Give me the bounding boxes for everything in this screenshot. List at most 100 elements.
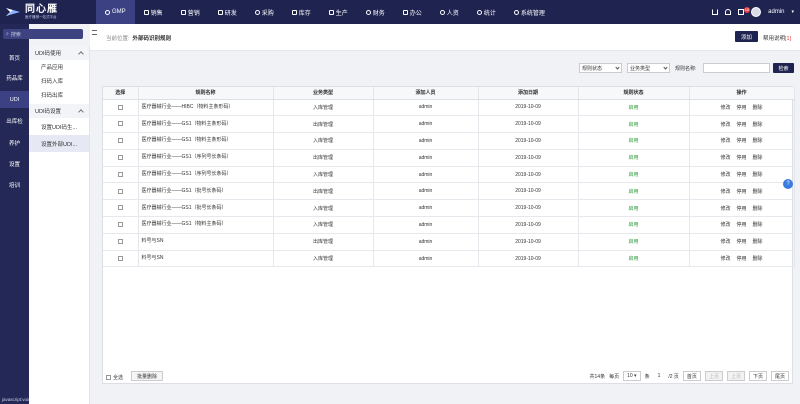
brand-logo[interactable]: 同心雁 医疗器械一站式平台 [0,0,90,24]
submenu-item-scan-out[interactable]: 扫码出库 [29,88,89,102]
top-navbar: 同心雁 医疗器械一站式平台 GMP 销售 营销 研发 采购 库存 生产 财务 办… [0,0,800,24]
menu-collapse-icon[interactable] [92,30,97,35]
search-button[interactable]: 检索 [773,63,794,73]
page-total: /2 页 [668,373,679,380]
submenu-item-udi-generate[interactable]: 设置UDI码生... [29,118,89,135]
avatar[interactable] [751,7,762,17]
disable-link[interactable]: 停用 [736,239,746,245]
sidebar-item-udi[interactable]: UDI [0,91,29,108]
prev-page-button-2[interactable]: 上页 [726,371,745,381]
status-select[interactable]: 规则状态 [579,63,622,73]
sidebar-item-drugs[interactable]: 药品库 [0,69,29,86]
delete-link[interactable]: 删除 [753,222,763,228]
sidebar-item-settings[interactable]: 设置 [0,155,29,172]
delete-link[interactable]: 删除 [753,155,763,161]
delete-link[interactable]: 删除 [753,256,763,262]
nav-office[interactable]: 办公 [394,0,431,24]
nav-production[interactable]: 生产 [320,0,357,24]
help-link[interactable]: 帮用说明[1] [763,34,791,42]
delete-link[interactable]: 删除 [753,239,763,245]
row-checkbox[interactable] [117,104,123,110]
nav-purchase[interactable]: 采购 [246,0,283,24]
added-date: 2019-10-09 [478,199,579,218]
disable-link[interactable]: 停用 [736,256,746,262]
submenu-item-product-apply[interactable]: 产品应用 [29,60,89,74]
disable-link[interactable]: 停用 [736,206,746,212]
row-checkbox[interactable] [117,255,123,261]
sidebar-item-maintenance[interactable]: 养护 [0,134,29,151]
edit-link[interactable]: 修改 [720,105,730,111]
message-icon[interactable]: 10 [738,7,751,15]
edit-link[interactable]: 修改 [720,172,730,178]
row-checkbox[interactable] [117,205,123,211]
rule-name-input[interactable] [703,63,770,73]
row-checkbox[interactable] [117,121,123,127]
disable-link[interactable]: 停用 [736,122,746,128]
next-page-button[interactable]: 下页 [748,371,767,381]
prev-page-button[interactable]: 上页 [704,371,723,381]
edit-link[interactable]: 修改 [720,189,730,195]
row-checkbox[interactable] [117,171,123,177]
hr-icon [439,9,445,15]
row-checkbox[interactable] [117,238,123,244]
sidebar-item-outbound[interactable]: 出库检 [0,112,29,129]
disable-link[interactable]: 停用 [736,105,746,111]
submenu-item-external-udi[interactable]: 设置外部UDI... [29,135,89,152]
business-type-select[interactable]: 业务类型 [627,63,670,73]
edit-link[interactable]: 修改 [720,138,730,144]
delete-link[interactable]: 删除 [753,172,763,178]
bulk-delete-button[interactable]: 批量删除 [131,371,163,381]
disable-link[interactable]: 停用 [736,138,746,144]
chevron-down-icon[interactable]: ▾ [791,9,794,15]
bell-icon[interactable] [725,9,732,15]
submenu-group-udi-setting[interactable]: UDI码设置 [29,104,89,118]
delete-link[interactable]: 删除 [753,138,763,144]
nav-hr[interactable]: 人资 [431,0,468,24]
floating-help-icon[interactable]: ? [783,179,793,189]
nav-sales[interactable]: 销售 [135,0,172,24]
home-icon[interactable] [712,9,719,15]
submenu-item-scan-in[interactable]: 扫码入库 [29,74,89,88]
edit-link[interactable]: 修改 [720,239,730,245]
per-page-select[interactable]: 10 ▾ [623,371,641,381]
brand-title: 同心雁 [25,3,58,15]
nav-rnd[interactable]: 研发 [209,0,246,24]
row-checkbox[interactable] [117,188,123,194]
edit-link[interactable]: 修改 [720,222,730,228]
row-checkbox[interactable] [117,222,123,228]
edit-link[interactable]: 修改 [720,155,730,161]
search-icon: ⌕ [6,31,9,37]
page-input[interactable]: 1 [653,371,665,381]
sidebar-search[interactable]: ⌕ 搜索 [3,29,83,39]
delete-link[interactable]: 删除 [753,105,763,111]
delete-link[interactable]: 删除 [753,189,763,195]
submenu-group-udi-use[interactable]: UDI码使用 [29,46,89,60]
sidebar-item-training[interactable]: 培训 [0,176,29,193]
office-icon [402,9,408,15]
delete-link[interactable]: 删除 [753,122,763,128]
edit-link[interactable]: 修改 [720,256,730,262]
nav-finance[interactable]: 财务 [357,0,394,24]
nav-inventory[interactable]: 库存 [283,0,320,24]
disable-link[interactable]: 停用 [736,222,746,228]
select-all-checkbox[interactable] [106,375,111,380]
edit-link[interactable]: 修改 [720,122,730,128]
nav-system[interactable]: 系统管理 [505,0,554,24]
disable-link[interactable]: 停用 [736,172,746,178]
last-page-button[interactable]: 尾页 [770,371,789,381]
edit-link[interactable]: 修改 [720,206,730,212]
nav-stats[interactable]: 统计 [468,0,505,24]
delete-link[interactable]: 删除 [753,206,763,212]
page-title: 外部码识别规则 [132,36,172,42]
nav-gmp[interactable]: GMP [96,0,135,24]
disable-link[interactable]: 停用 [736,189,746,195]
user-name[interactable]: admin [768,9,784,15]
sidebar-item-home[interactable]: 首页 [0,49,29,66]
row-checkbox[interactable] [117,154,123,160]
disable-link[interactable]: 停用 [736,155,746,161]
add-button[interactable]: 添加 [735,31,758,42]
first-page-button[interactable]: 首页 [682,371,701,381]
row-checkbox[interactable] [117,138,123,144]
nav-marketing[interactable]: 营销 [172,0,209,24]
select-all[interactable]: 全选 [106,374,123,381]
